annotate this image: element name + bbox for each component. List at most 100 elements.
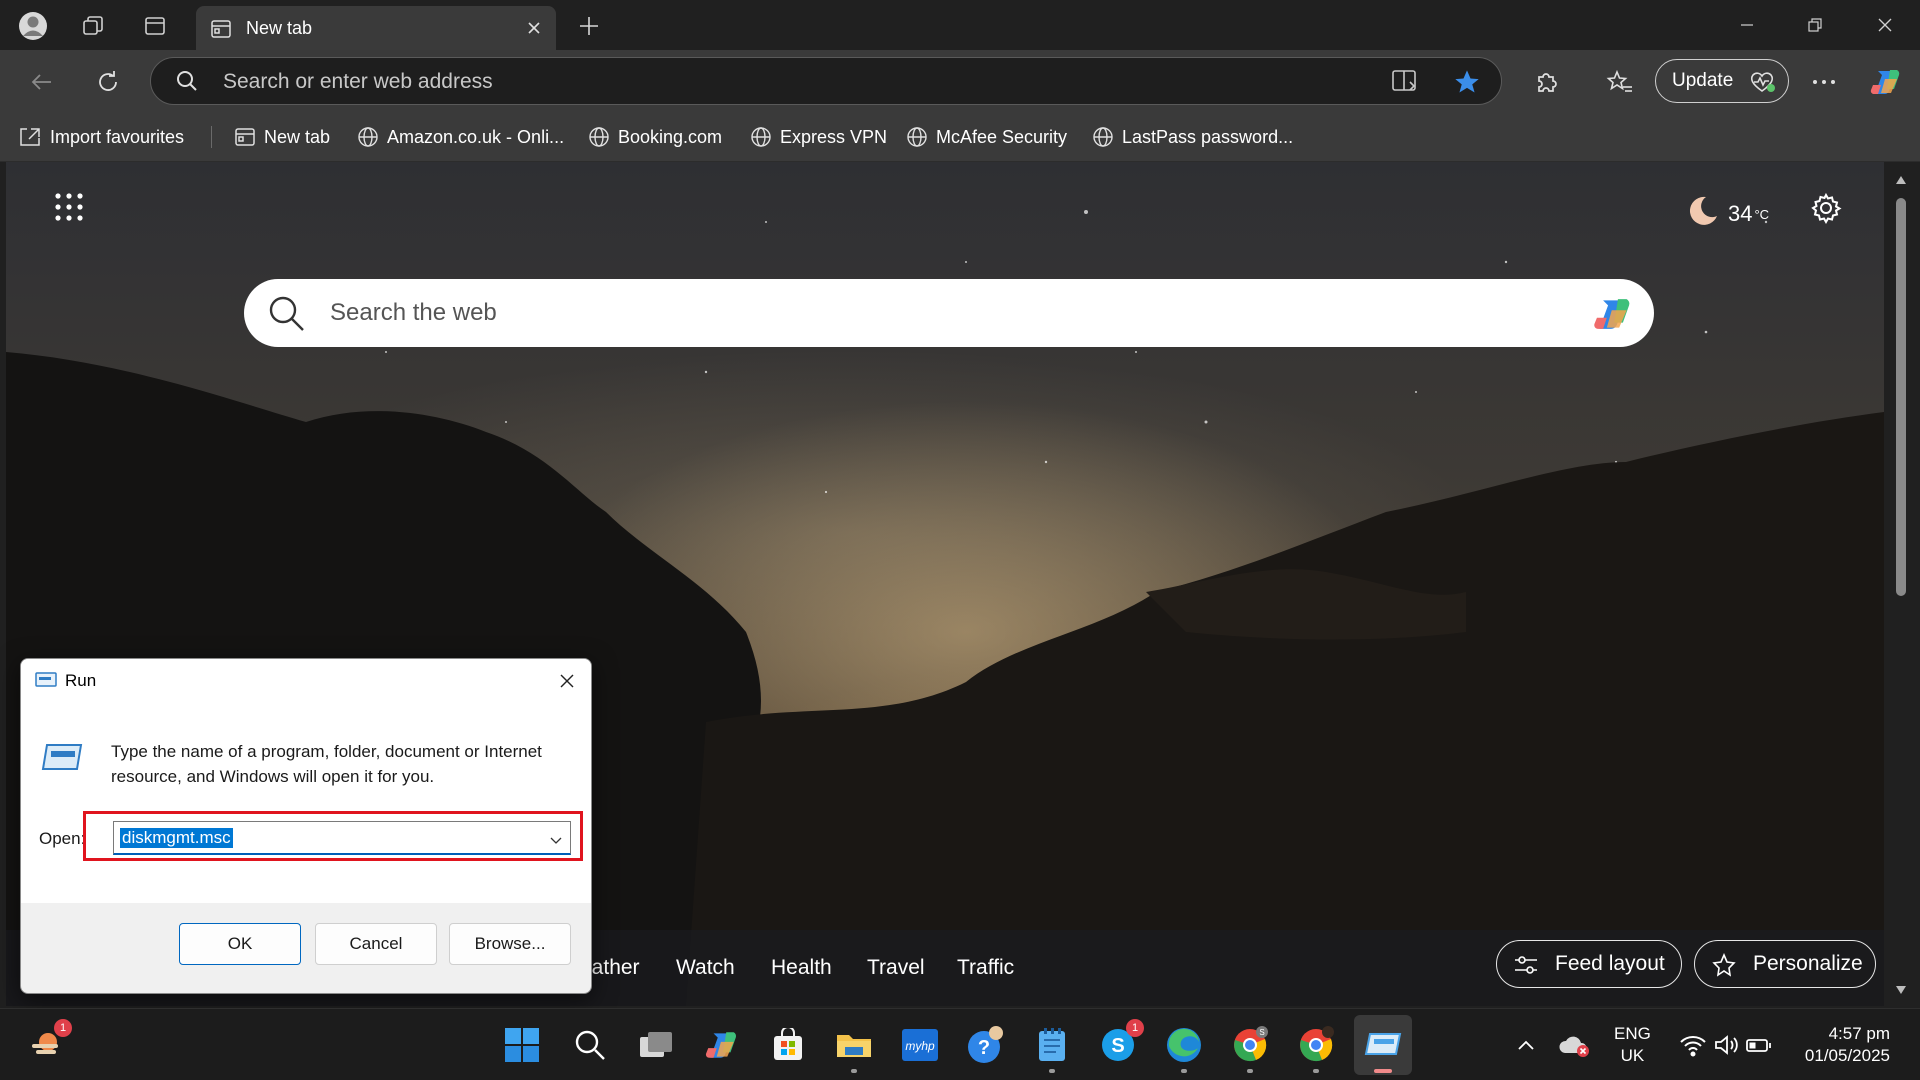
- weather-badge: 1: [54, 1019, 72, 1037]
- taskbar-search-button[interactable]: [568, 1023, 612, 1067]
- file-explorer-button[interactable]: [832, 1023, 876, 1073]
- copilot-icon[interactable]: [1592, 293, 1634, 340]
- scroll-down-arrow-icon[interactable]: [1895, 982, 1907, 1000]
- bookmark-express-vpn[interactable]: Express VPN: [750, 124, 887, 150]
- web-search-input[interactable]: [330, 295, 1530, 331]
- chrome-profile-s-button[interactable]: S: [1228, 1023, 1272, 1073]
- bookmark-mcafee[interactable]: McAfee Security: [906, 124, 1067, 150]
- search-icon: [175, 69, 199, 98]
- weather-unit: °C: [1754, 206, 1770, 222]
- sparkle-star-icon: [1712, 953, 1736, 977]
- weather-widget[interactable]: 34 °C: [1686, 194, 1769, 234]
- close-tab-icon[interactable]: [522, 16, 546, 40]
- workspaces-icon[interactable]: [76, 9, 110, 43]
- running-indicator: [1313, 1069, 1319, 1073]
- update-button[interactable]: Update: [1655, 59, 1789, 103]
- refresh-icon[interactable]: [88, 62, 128, 102]
- search-icon: [575, 1030, 605, 1060]
- chevron-up-icon: [1518, 1040, 1534, 1050]
- onedrive-status-button[interactable]: [1552, 1023, 1596, 1067]
- language-code: ENG: [1614, 1024, 1651, 1043]
- bookmark-new-tab[interactable]: New tab: [234, 124, 330, 150]
- copilot-icon[interactable]: [1866, 62, 1906, 102]
- help-icon: ?: [968, 1026, 1003, 1063]
- bookmark-import-favourites[interactable]: Import favourites: [18, 124, 184, 150]
- scrollbar-thumb[interactable]: [1896, 198, 1906, 596]
- more-options-icon[interactable]: [1804, 62, 1844, 102]
- network-volume-battery-group[interactable]: [1672, 1023, 1780, 1067]
- battery-icon: [1746, 1039, 1771, 1052]
- profile-avatar[interactable]: [16, 9, 50, 43]
- page-settings-gear-icon[interactable]: [1810, 192, 1850, 232]
- bookmark-lastpass[interactable]: LastPass password...: [1092, 124, 1293, 150]
- restore-icon[interactable]: [1792, 8, 1838, 42]
- clock-date[interactable]: 4:57 pm 01/05/2025: [1790, 1023, 1890, 1067]
- run-open-label: Open:: [39, 829, 86, 848]
- globe-icon: [358, 127, 378, 147]
- run-program-icon: [41, 741, 85, 780]
- svg-text:S: S: [1259, 1028, 1264, 1037]
- browse-button[interactable]: Browse...: [449, 923, 571, 965]
- run-close-icon[interactable]: [549, 663, 585, 699]
- bookmark-booking[interactable]: Booking.com: [588, 124, 722, 150]
- address-input[interactable]: [223, 68, 1323, 96]
- address-bar[interactable]: [150, 57, 1502, 105]
- favourite-star-icon[interactable]: [1453, 68, 1481, 101]
- copilot-taskbar-button[interactable]: [700, 1023, 744, 1067]
- weather-widget-button[interactable]: 1: [24, 1019, 72, 1067]
- ok-button[interactable]: OK: [179, 923, 301, 965]
- feed-layout-button[interactable]: Feed layout: [1496, 940, 1682, 988]
- page-scrollbar[interactable]: [1888, 162, 1914, 1006]
- store-icon: [774, 1028, 802, 1060]
- apps-launcher-icon[interactable]: [54, 192, 94, 232]
- minimize-icon[interactable]: [1724, 8, 1770, 42]
- myhp-button[interactable]: myhp: [898, 1023, 942, 1067]
- show-hidden-icons-chevron[interactable]: [1504, 1023, 1548, 1067]
- get-help-button[interactable]: ?: [964, 1023, 1008, 1067]
- tab-new-tab[interactable]: New tab: [196, 6, 556, 50]
- run-description: Type the name of a program, folder, docu…: [111, 742, 542, 786]
- extensions-icon[interactable]: [1526, 62, 1566, 102]
- svg-text:?: ?: [978, 1037, 990, 1059]
- bookmark-amazon[interactable]: Amazon.co.uk - Onli...: [357, 124, 564, 150]
- chrome-icon: [1300, 1026, 1334, 1062]
- chrome-icon: S: [1234, 1026, 1268, 1062]
- globe-icon: [751, 127, 771, 147]
- feed-link-watch[interactable]: Watch: [676, 956, 735, 980]
- run-app-icon: [35, 671, 57, 694]
- run-dialog: Run Type the name of a program, folder, …: [20, 658, 592, 994]
- input-language-indicator[interactable]: ENG UK: [1614, 1023, 1651, 1067]
- feed-link-travel[interactable]: Travel: [867, 956, 925, 980]
- notepad-icon: [1039, 1028, 1065, 1061]
- feed-link-health[interactable]: Health: [771, 956, 832, 980]
- immersive-reader-icon[interactable]: [1391, 68, 1419, 99]
- globe-icon: [907, 127, 927, 147]
- run-dialog-title: Run: [65, 671, 97, 690]
- cancel-button[interactable]: Cancel: [315, 923, 437, 965]
- edge-button[interactable]: [1162, 1023, 1206, 1073]
- close-window-icon[interactable]: [1862, 8, 1908, 42]
- run-dialog-titlebar[interactable]: Run: [21, 659, 591, 703]
- update-label: Update: [1672, 70, 1734, 91]
- bookmark-label: Amazon.co.uk - Onli...: [387, 126, 565, 147]
- task-view-button[interactable]: [634, 1023, 678, 1067]
- chrome-profile-button[interactable]: [1294, 1023, 1338, 1073]
- microsoft-store-button[interactable]: [766, 1023, 810, 1067]
- web-search-box[interactable]: [244, 279, 1654, 347]
- personalize-button[interactable]: Personalize: [1694, 940, 1876, 988]
- skype-button[interactable]: S 1: [1096, 1019, 1144, 1067]
- scroll-up-arrow-icon[interactable]: [1895, 172, 1907, 190]
- running-indicator: [851, 1069, 857, 1073]
- favourites-icon[interactable]: [1600, 62, 1640, 102]
- new-tab-plus-icon[interactable]: [572, 9, 606, 43]
- tab-actions-icon[interactable]: [138, 9, 172, 43]
- feed-link-traffic[interactable]: Traffic: [957, 956, 1014, 980]
- run-taskbar-button[interactable]: [1354, 1015, 1412, 1075]
- notepad-button[interactable]: [1030, 1023, 1074, 1073]
- back-arrow-icon[interactable]: [22, 62, 62, 102]
- windows-logo-icon: [505, 1028, 539, 1062]
- language-region: UK: [1620, 1046, 1645, 1065]
- myhp-icon: myhp: [902, 1029, 938, 1061]
- start-button[interactable]: [500, 1023, 544, 1067]
- sliders-icon: [1515, 956, 1537, 974]
